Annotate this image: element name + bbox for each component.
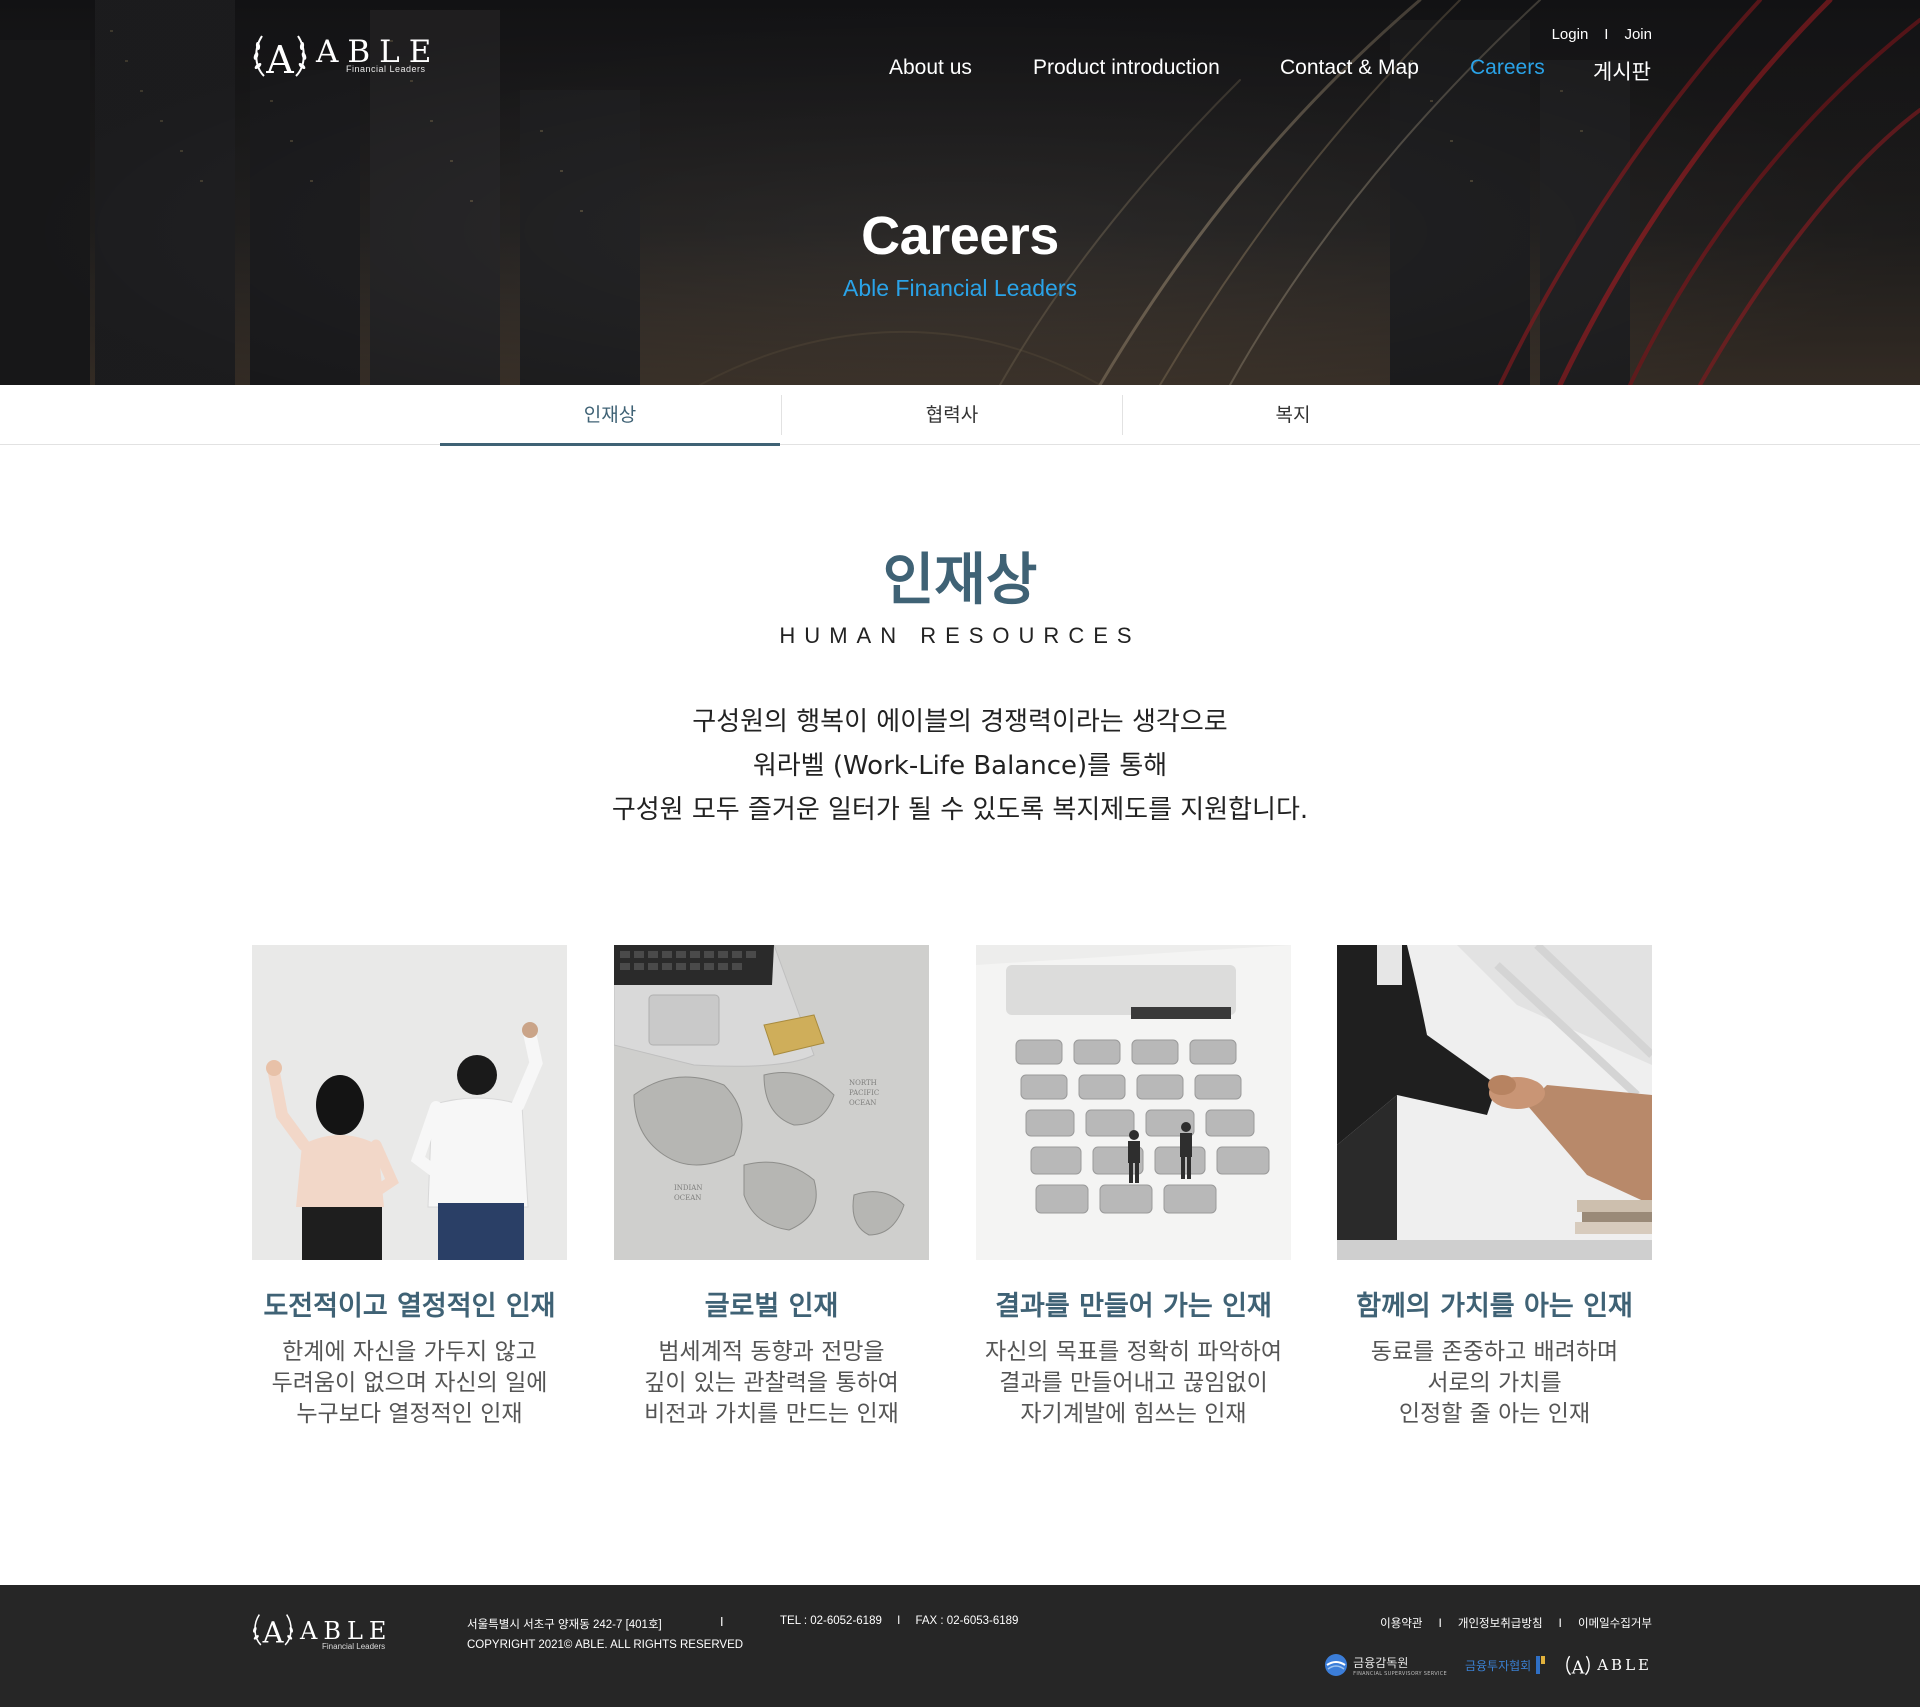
card-description-line: 범세계적 동향과 전망을: [658, 1339, 885, 1365]
fss-globe-icon: [1325, 1654, 1348, 1676]
hero-banner: A ABLE Financial Leaders Login I Join Ab…: [0, 0, 1920, 385]
footer-tel: TEL : 02-6052-6189: [780, 1615, 882, 1627]
card-description: 동료를 존중하고 배려하며 서로의 가치를 인정할 줄 아는 인재: [1337, 1337, 1652, 1430]
laurel-logo-icon: A: [1566, 1655, 1591, 1678]
card-image-handshake: [1337, 945, 1652, 1260]
talent-card: 도전적이고 열정적인 인재 한계에 자신을 가두지 않고 두려움이 없으며 자신…: [252, 945, 567, 1430]
page-subtitle: Able Financial Leaders: [843, 275, 1077, 301]
section-subtitle: HUMAN RESOURCES: [779, 623, 1141, 648]
join-link[interactable]: Join: [1624, 26, 1652, 43]
card-description-line: 비전과 가치를 만드는 인재: [644, 1401, 899, 1427]
footer-link-privacy[interactable]: 개인정보취급방침: [1458, 1615, 1543, 1631]
footer-logo-tagline: Financial Leaders: [322, 1642, 386, 1651]
section-title: 인재상: [882, 548, 1038, 613]
page-title: Careers: [861, 206, 1059, 266]
footer-separator: I: [897, 1615, 901, 1627]
svg-text:A: A: [262, 1616, 285, 1650]
badge-fss-label: 금융감독원: [1353, 1655, 1409, 1670]
tab-human-resources[interactable]: 인재상: [440, 385, 780, 446]
footer-separator: I: [720, 1615, 724, 1629]
footer-logo-wordmark: ABLE: [300, 1617, 393, 1645]
card-image-calculator-miniature-people: [976, 945, 1291, 1260]
tab-partners[interactable]: 협력사: [782, 385, 1122, 445]
footer-link-email-refusal[interactable]: 이메일수집거부: [1578, 1615, 1652, 1631]
nav-item-careers[interactable]: Careers: [1470, 56, 1545, 80]
section-description: 구성원의 행복이 에이블의 경쟁력이라는 생각으로 워라벨 (Work-Life…: [0, 700, 1920, 832]
card-description-line: 인정할 줄 아는 인재: [1398, 1401, 1591, 1427]
talent-card: 함께의 가치를 아는 인재 동료를 존중하고 배려하며 서로의 가치를 인정할 …: [1337, 945, 1652, 1430]
section-description-line: 구성원의 행복이 에이블의 경쟁력이라는 생각으로: [692, 707, 1228, 737]
svg-text:INDIAN: INDIAN: [674, 1184, 702, 1192]
footer-logo[interactable]: A ABLE Financial Leaders: [250, 1607, 410, 1655]
card-title: 결과를 만들어 가는 인재: [995, 1291, 1272, 1322]
svg-text:OCEAN: OCEAN: [849, 1099, 876, 1107]
utility-links: Login I Join: [1552, 26, 1652, 43]
svg-text:NORTH: NORTH: [849, 1079, 877, 1087]
nav-item-board[interactable]: 게시판: [1593, 56, 1651, 86]
site-footer: A ABLE Financial Leaders 서울특별시 서초구 양재동 2…: [0, 1585, 1920, 1707]
nav-item-about-us[interactable]: About us: [889, 56, 972, 80]
footer-links: 이용약관 I 개인정보취급방침 I 이메일수집거부: [1380, 1615, 1652, 1631]
badge-kofia-label: 금융투자협회: [1464, 1658, 1532, 1673]
nav-item-contact-map[interactable]: Contact & Map: [1280, 56, 1419, 80]
footer-separator: I: [1558, 1616, 1562, 1630]
footer-separator: I: [1438, 1616, 1442, 1630]
badge-kofia[interactable]: 금융투자협회: [1465, 1656, 1546, 1674]
card-description: 자신의 목표를 정확히 파악하여 결과를 만들어내고 끊임없이 자기계발에 힘쓰…: [976, 1337, 1291, 1430]
card-description-line: 누구보다 열정적인 인재: [296, 1401, 523, 1427]
card-description-line: 결과를 만들어내고 끊임없이: [999, 1370, 1268, 1396]
svg-text:A: A: [1571, 1658, 1585, 1678]
card-title: 도전적이고 열정적인 인재: [263, 1291, 556, 1322]
card-description: 범세계적 동향과 전망을 깊이 있는 관찰력을 통하여 비전과 가치를 만드는 …: [614, 1337, 929, 1430]
laurel-logo-icon: A: [253, 1614, 293, 1650]
card-description-line: 한계에 자신을 가두지 않고: [282, 1339, 537, 1365]
card-description-line: 두려움이 없으며 자신의 일에: [271, 1370, 548, 1396]
card-description-line: 동료를 존중하고 배려하며: [1370, 1339, 1619, 1365]
kofia-mark-icon: [1536, 1656, 1546, 1674]
svg-text:PACIFIC: PACIFIC: [849, 1089, 879, 1097]
footer-contact: TEL : 02-6052-6189 I FAX : 02-6053-6189: [780, 1615, 1018, 1627]
main-navigation: About us Product introduction Contact & …: [0, 56, 1920, 86]
card-title: 함께의 가치를 아는 인재: [1356, 1291, 1633, 1322]
section-description-line: 워라벨 (Work-Life Balance)를 통해: [752, 751, 1168, 781]
svg-text:OCEAN: OCEAN: [674, 1194, 701, 1202]
badge-able-label: ABLE: [1597, 1656, 1652, 1674]
card-description: 한계에 자신을 가두지 않고 두려움이 없으며 자신의 일에 누구보다 열정적인…: [252, 1337, 567, 1430]
badge-able[interactable]: A ABLE: [1564, 1651, 1652, 1679]
tab-welfare[interactable]: 복지: [1123, 385, 1463, 445]
badge-fss[interactable]: 금융감독원 FINANCIAL SUPERVISORY SERVICE: [1324, 1653, 1447, 1677]
talent-card: NORTH PACIFIC OCEAN INDIAN OCEAN 글로벌 인재 범세계…: [614, 945, 929, 1430]
footer-address-block: 서울특별시 서초구 양재동 242-7 [401호] COPYRIGHT 202…: [467, 1615, 743, 1655]
footer-copyright: COPYRIGHT 2021© ABLE. ALL RIGHTS RESERVE…: [467, 1639, 744, 1651]
section-description-line: 구성원 모두 즐거운 일터가 될 수 있도록 복지제도를 지원합니다.: [611, 795, 1309, 825]
badge-fss-sublabel: FINANCIAL SUPERVISORY SERVICE: [1353, 1670, 1447, 1677]
card-description-line: 자신의 목표를 정확히 파악하여: [984, 1339, 1282, 1365]
card-description-line: 서로의 가치를: [1427, 1370, 1562, 1396]
sub-tabs: 인재상 협력사 복지: [0, 385, 1920, 446]
card-image-people-raising-fists: [252, 945, 567, 1260]
nav-item-product-introduction[interactable]: Product introduction: [1033, 56, 1220, 80]
card-description-line: 자기계발에 힘쓰는 인재: [1020, 1401, 1247, 1427]
login-link[interactable]: Login: [1552, 26, 1589, 43]
util-separator: I: [1604, 26, 1609, 43]
footer-partner-badges: 금융감독원 FINANCIAL SUPERVISORY SERVICE 금융투자…: [1324, 1649, 1652, 1681]
footer-address: 서울특별시 서초구 양재동 242-7 [401호]: [467, 1619, 662, 1631]
card-image-laptop-on-world-map: NORTH PACIFIC OCEAN INDIAN OCEAN: [614, 945, 929, 1260]
footer-link-terms[interactable]: 이용약관: [1380, 1615, 1422, 1631]
card-description-line: 깊이 있는 관찰력을 통하여: [644, 1370, 899, 1396]
card-title: 글로벌 인재: [704, 1291, 839, 1322]
talent-card: 결과를 만들어 가는 인재 자신의 목표를 정확히 파악하여 결과를 만들어내고…: [976, 945, 1291, 1430]
footer-fax: FAX : 02-6053-6189: [915, 1615, 1019, 1627]
